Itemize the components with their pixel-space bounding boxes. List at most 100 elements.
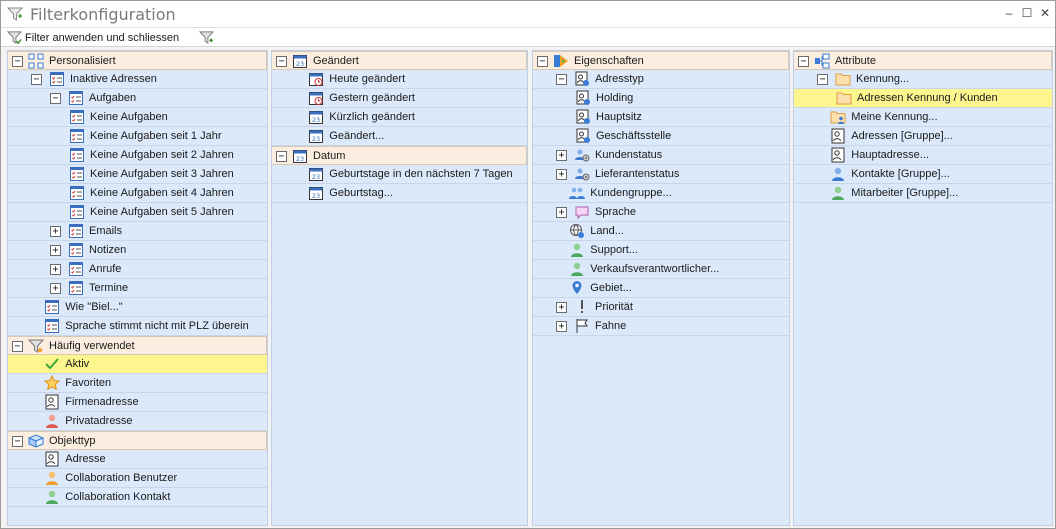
panel-eigenschaften: − Eigenschaften − Adresstyp Holding Hauptsitz… (532, 50, 790, 526)
collapse-button[interactable]: − (12, 341, 23, 352)
tree-item[interactable]: + Sprache (533, 203, 789, 222)
tree-item[interactable]: Keine Aufgaben seit 1 Jahr (8, 127, 267, 146)
tree-item[interactable]: Sprache stimmt nicht mit PLZ überein (8, 317, 267, 336)
tree-item[interactable]: Meine Kennung... (794, 108, 1052, 127)
group-header[interactable]: − 23 Geändert (272, 51, 527, 70)
tree-item-label: Kürzlich geändert (329, 111, 415, 123)
tree-item[interactable]: Keine Aufgaben seit 4 Jahren (8, 184, 267, 203)
tree-item[interactable]: Geschäftsstelle (533, 127, 789, 146)
tree-item-label: Adresstyp (595, 73, 644, 85)
tree-item[interactable]: 23 Geburtstage in den nächsten 7 Tagen (272, 165, 527, 184)
tree-item[interactable]: Gestern geändert (272, 89, 527, 108)
tree-item[interactable]: Adressen [Gruppe]... (794, 127, 1052, 146)
collapse-button[interactable]: − (12, 436, 23, 447)
expand-button[interactable]: + (556, 169, 567, 180)
collapse-button[interactable]: − (50, 93, 61, 104)
tree-item[interactable]: Privatadresse (8, 412, 267, 431)
expand-button[interactable]: + (50, 226, 61, 237)
expand-button[interactable]: + (556, 321, 567, 332)
collapse-button[interactable]: − (556, 74, 567, 85)
tree-item[interactable]: Support... (533, 241, 789, 260)
tree-item[interactable]: Kontakte [Gruppe]... (794, 165, 1052, 184)
tree-item-label: Adressen [Gruppe]... (851, 130, 953, 142)
tree-item[interactable]: Holding (533, 89, 789, 108)
tree-item-label: Termine (89, 282, 129, 294)
tree-item[interactable]: 23 Geburtstag... (272, 184, 527, 203)
expand-button[interactable]: + (50, 283, 61, 294)
group-header[interactable]: − Eigenschaften (533, 51, 789, 70)
group-header[interactable]: − Objekttyp (8, 431, 267, 450)
maximize-button[interactable]: ☐ (1019, 5, 1035, 21)
tree-item[interactable]: Collaboration Kontakt (8, 488, 267, 507)
checklist-icon (44, 299, 61, 316)
tree-item[interactable]: + Termine (8, 279, 267, 298)
tree-item-label: Keine Aufgaben seit 3 Jahren (90, 168, 234, 180)
tree-item[interactable]: − Kennung... (794, 70, 1052, 89)
panel-personalisiert: − Personalisiert − Inaktive Adressen − Aufgab… (7, 50, 268, 526)
tree-item[interactable]: Aktiv (8, 355, 267, 374)
expand-button[interactable]: + (556, 207, 567, 218)
expand-button[interactable]: + (556, 302, 567, 313)
tree-item-label: Collaboration Kontakt (65, 491, 171, 503)
collapse-button[interactable]: − (798, 56, 809, 67)
tree-item[interactable]: + Emails (8, 222, 267, 241)
tree-item[interactable]: + Kundenstatus (533, 146, 789, 165)
tree-item[interactable]: Land... (533, 222, 789, 241)
tree-item[interactable]: Collaboration Benutzer (8, 469, 267, 488)
tree-item[interactable]: Adressen Kennung / Kunden (794, 89, 1052, 108)
tree-item[interactable]: Wie "Biel..." (8, 298, 267, 317)
tree-item[interactable]: Gebiet... (533, 279, 789, 298)
tree-item-label: Hauptsitz (596, 111, 642, 123)
tree-item[interactable]: Keine Aufgaben seit 5 Jahren (8, 203, 267, 222)
tree-item[interactable]: Keine Aufgaben (8, 108, 267, 127)
close-button[interactable]: ✕ (1037, 5, 1053, 21)
collapse-button[interactable]: − (276, 151, 287, 162)
collapse-button[interactable]: − (31, 74, 42, 85)
group-header[interactable]: − Personalisiert (8, 51, 267, 70)
tree-item[interactable]: − Inaktive Adressen (8, 70, 267, 89)
minimize-button[interactable]: ‒ (1001, 5, 1017, 21)
group-header[interactable]: − 23 Datum (272, 146, 527, 165)
group-header[interactable]: − Häufig verwendet (8, 336, 267, 355)
group-header[interactable]: − Attribute (794, 51, 1052, 70)
tree-item-label: Keine Aufgaben seit 4 Jahren (90, 187, 234, 199)
tree-item[interactable]: + Anrufe (8, 260, 267, 279)
tree-item[interactable]: − Aufgaben (8, 89, 267, 108)
properties-icon (553, 53, 570, 70)
tree-item[interactable]: Heute geändert (272, 70, 527, 89)
tree-item[interactable]: Firmenadresse (8, 393, 267, 412)
checklist-icon (68, 261, 85, 278)
person-green-icon (44, 489, 61, 506)
add-filter-button[interactable] (199, 29, 214, 46)
tree-item[interactable]: Adresse (8, 450, 267, 469)
expand-button[interactable]: + (50, 264, 61, 275)
checklist-icon (68, 90, 85, 107)
tree-item-label: Keine Aufgaben (90, 111, 168, 123)
tree-item[interactable]: Keine Aufgaben seit 3 Jahren (8, 165, 267, 184)
tree-item[interactable]: 23 Geändert... (272, 127, 527, 146)
checklist-icon (69, 128, 86, 145)
tree-item[interactable]: + Lieferantenstatus (533, 165, 789, 184)
tree-item[interactable]: + Priorität (533, 298, 789, 317)
tree-item[interactable]: Mitarbeiter [Gruppe]... (794, 184, 1052, 203)
collapse-button[interactable]: − (12, 56, 23, 67)
tree-item[interactable]: Kundengruppe... (533, 184, 789, 203)
apply-filter-button[interactable]: Filter anwenden und schliessen (7, 29, 179, 46)
collapse-button[interactable]: − (537, 56, 548, 67)
tree-item[interactable]: Keine Aufgaben seit 2 Jahren (8, 146, 267, 165)
tree-item[interactable]: + Notizen (8, 241, 267, 260)
collapse-button[interactable]: − (817, 74, 828, 85)
expand-button[interactable]: + (50, 245, 61, 256)
checklist-icon (69, 204, 86, 221)
tree-item[interactable]: − Adresstyp (533, 70, 789, 89)
tree-item[interactable]: Favoriten (8, 374, 267, 393)
tree-item-label: Aktiv (65, 358, 90, 370)
tree-item[interactable]: Hauptsitz (533, 108, 789, 127)
collapse-button[interactable]: − (276, 56, 287, 67)
tree-item[interactable]: + Fahne (533, 317, 789, 336)
tree-item[interactable]: 23 Kürzlich geändert (272, 108, 527, 127)
svg-text:23: 23 (296, 60, 304, 68)
expand-button[interactable]: + (556, 150, 567, 161)
tree-item[interactable]: Hauptadresse... (794, 146, 1052, 165)
tree-item[interactable]: Verkaufsverantwortlicher... (533, 260, 789, 279)
